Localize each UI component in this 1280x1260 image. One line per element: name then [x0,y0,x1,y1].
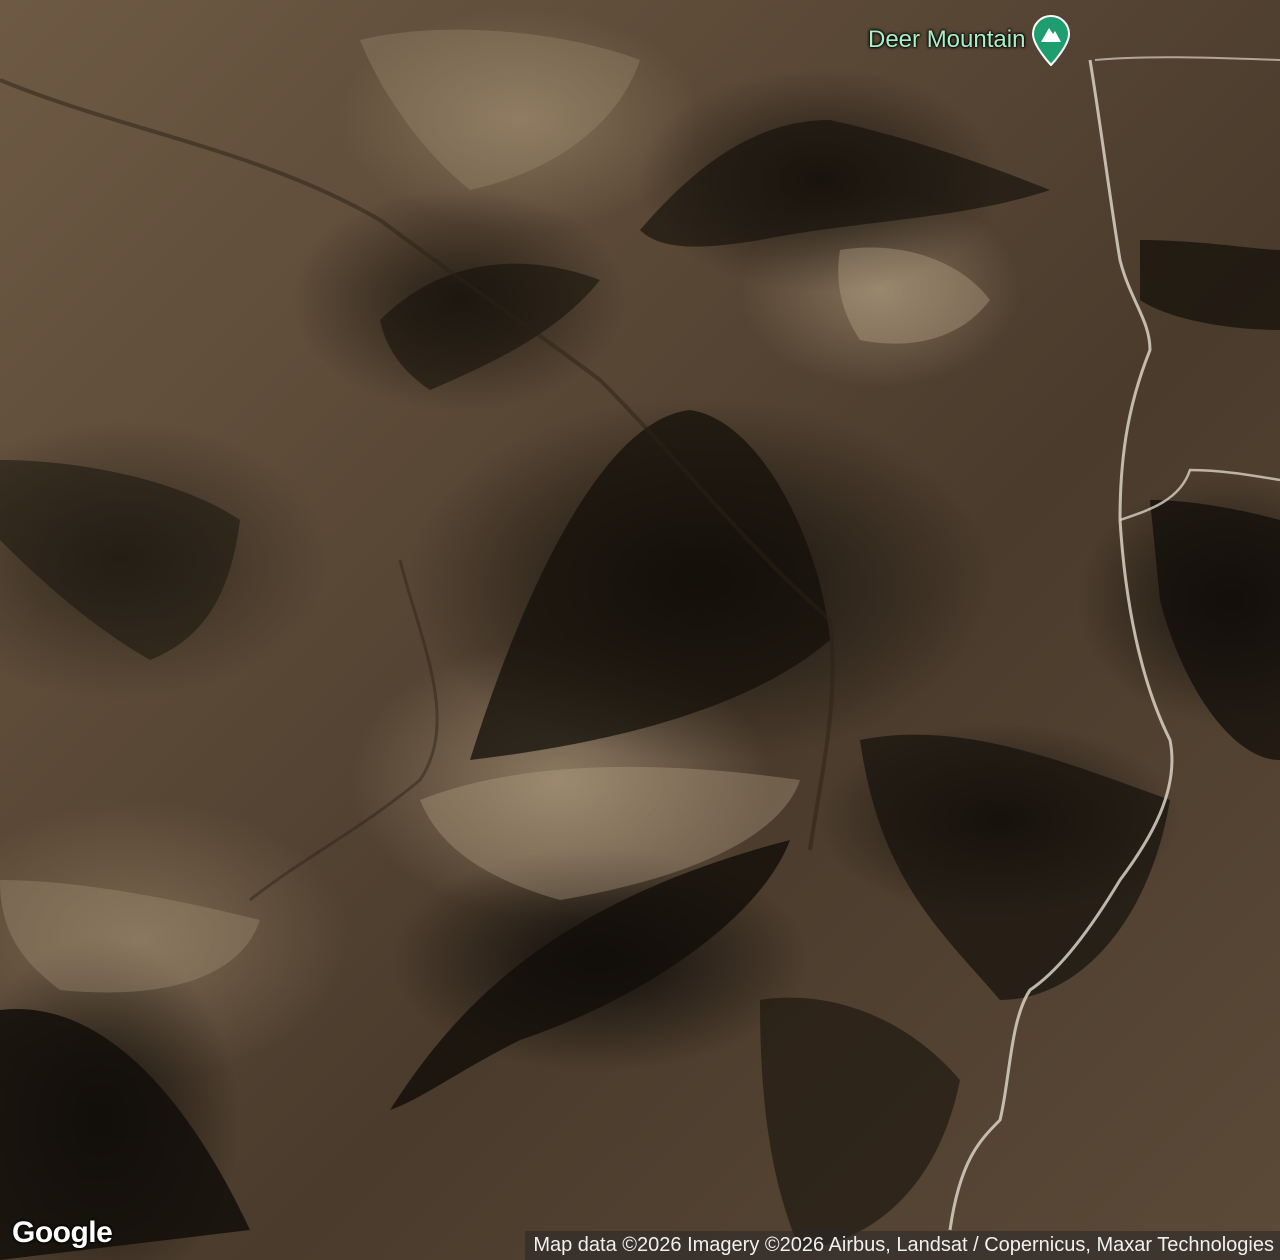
road [948,59,1174,1231]
forest-patch [1140,240,1280,330]
meadow-patch [0,880,260,993]
road [1094,56,1280,61]
meadow-patch [838,247,990,344]
forest-patch [470,410,830,760]
forest-patch [760,997,960,1250]
terrain-overlay [0,29,1280,1260]
forest-patch [1150,500,1280,760]
poi-deer-mountain[interactable]: Deer Mountain [868,14,1071,66]
meadow-patch [360,29,640,190]
satellite-map[interactable]: Deer Mountain Google Map data ©2026 Imag… [0,0,1280,1260]
creek [249,559,439,902]
forest-patch [380,263,600,390]
google-logo: Google [12,1216,113,1249]
forest-patch [640,120,1050,247]
map-attribution[interactable]: Map data ©2026 Imagery ©2026 Airbus, Lan… [525,1231,1280,1260]
poi-label[interactable]: Deer Mountain [868,26,1025,54]
forest-patch [860,734,1170,1000]
forest-patch [0,460,240,660]
mountain-icon[interactable] [1031,14,1071,66]
